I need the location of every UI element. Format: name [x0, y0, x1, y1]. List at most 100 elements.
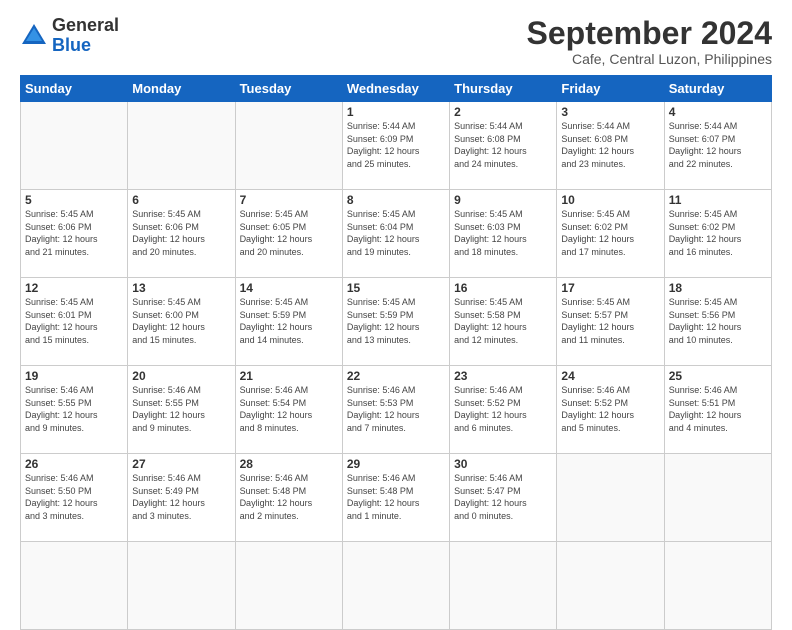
day-info: Sunrise: 5:45 AM Sunset: 6:03 PM Dayligh…: [454, 208, 552, 258]
calendar-row: 1Sunrise: 5:44 AM Sunset: 6:09 PM Daylig…: [21, 102, 772, 190]
day-info: Sunrise: 5:46 AM Sunset: 5:54 PM Dayligh…: [240, 384, 338, 434]
month-title: September 2024: [527, 16, 772, 51]
table-row: 8Sunrise: 5:45 AM Sunset: 6:04 PM Daylig…: [342, 190, 449, 278]
weekday-header-row: Sunday Monday Tuesday Wednesday Thursday…: [21, 76, 772, 102]
calendar-row: 12Sunrise: 5:45 AM Sunset: 6:01 PM Dayli…: [21, 278, 772, 366]
table-row: 28Sunrise: 5:46 AM Sunset: 5:48 PM Dayli…: [235, 454, 342, 542]
day-number: 28: [240, 457, 338, 471]
day-info: Sunrise: 5:46 AM Sunset: 5:52 PM Dayligh…: [454, 384, 552, 434]
table-row: 26Sunrise: 5:46 AM Sunset: 5:50 PM Dayli…: [21, 454, 128, 542]
header-monday: Monday: [128, 76, 235, 102]
table-row: 12Sunrise: 5:45 AM Sunset: 6:01 PM Dayli…: [21, 278, 128, 366]
calendar-row: [21, 542, 772, 630]
day-info: Sunrise: 5:45 AM Sunset: 6:02 PM Dayligh…: [561, 208, 659, 258]
day-info: Sunrise: 5:46 AM Sunset: 5:48 PM Dayligh…: [347, 472, 445, 522]
day-number: 8: [347, 193, 445, 207]
table-row: 15Sunrise: 5:45 AM Sunset: 5:59 PM Dayli…: [342, 278, 449, 366]
table-row: 23Sunrise: 5:46 AM Sunset: 5:52 PM Dayli…: [450, 366, 557, 454]
table-row: [128, 102, 235, 190]
table-row: [21, 102, 128, 190]
header-tuesday: Tuesday: [235, 76, 342, 102]
day-info: Sunrise: 5:46 AM Sunset: 5:49 PM Dayligh…: [132, 472, 230, 522]
location: Cafe, Central Luzon, Philippines: [527, 51, 772, 67]
day-number: 10: [561, 193, 659, 207]
day-number: 25: [669, 369, 767, 383]
table-row: 1Sunrise: 5:44 AM Sunset: 6:09 PM Daylig…: [342, 102, 449, 190]
day-number: 9: [454, 193, 552, 207]
day-info: Sunrise: 5:45 AM Sunset: 6:00 PM Dayligh…: [132, 296, 230, 346]
day-number: 1: [347, 105, 445, 119]
day-info: Sunrise: 5:45 AM Sunset: 6:04 PM Dayligh…: [347, 208, 445, 258]
calendar-row: 5 Sunrise: 5:45 AM Sunset: 6:06 PM Daylig…: [21, 190, 772, 278]
table-row: [235, 542, 342, 630]
table-row: 5Sunrise: 5:45 AM Sunset: 6:06 PM Daylig…: [21, 190, 128, 278]
table-row: [450, 542, 557, 630]
table-row: [21, 542, 128, 630]
table-row: 7Sunrise: 5:45 AM Sunset: 6:05 PM Daylig…: [235, 190, 342, 278]
day-info: Sunrise: 5:44 AM Sunset: 6:07 PM Dayligh…: [669, 120, 767, 170]
day-number: 16: [454, 281, 552, 295]
day-number: 3: [561, 105, 659, 119]
logo-icon: [20, 22, 48, 50]
day-info: Sunrise: 5:45 AM Sunset: 5:58 PM Dayligh…: [454, 296, 552, 346]
table-row: 25Sunrise: 5:46 AM Sunset: 5:51 PM Dayli…: [664, 366, 771, 454]
table-row: [664, 542, 771, 630]
table-row: 22Sunrise: 5:46 AM Sunset: 5:53 PM Dayli…: [342, 366, 449, 454]
table-row: 18Sunrise: 5:45 AM Sunset: 5:56 PM Dayli…: [664, 278, 771, 366]
day-number: 24: [561, 369, 659, 383]
day-info: Sunrise: 5:45 AM Sunset: 6:05 PM Dayligh…: [240, 208, 338, 258]
table-row: 4Sunrise: 5:44 AM Sunset: 6:07 PM Daylig…: [664, 102, 771, 190]
table-row: [342, 542, 449, 630]
day-number: 15: [347, 281, 445, 295]
table-row: 3Sunrise: 5:44 AM Sunset: 6:08 PM Daylig…: [557, 102, 664, 190]
day-info: Sunrise: 5:45 AM Sunset: 6:02 PM Dayligh…: [669, 208, 767, 258]
table-row: 27Sunrise: 5:46 AM Sunset: 5:49 PM Dayli…: [128, 454, 235, 542]
table-row: 16Sunrise: 5:45 AM Sunset: 5:58 PM Dayli…: [450, 278, 557, 366]
day-number: 13: [132, 281, 230, 295]
header-thursday: Thursday: [450, 76, 557, 102]
day-info: Sunrise: 5:46 AM Sunset: 5:55 PM Dayligh…: [132, 384, 230, 434]
table-row: 19Sunrise: 5:46 AM Sunset: 5:55 PM Dayli…: [21, 366, 128, 454]
day-info: Sunrise: 5:45 AM Sunset: 5:57 PM Dayligh…: [561, 296, 659, 346]
day-number: 12: [25, 281, 123, 295]
table-row: 24Sunrise: 5:46 AM Sunset: 5:52 PM Dayli…: [557, 366, 664, 454]
day-number: 6: [132, 193, 230, 207]
day-info: Sunrise: 5:45 AM Sunset: 6:06 PM Dayligh…: [132, 208, 230, 258]
calendar-table: Sunday Monday Tuesday Wednesday Thursday…: [20, 75, 772, 630]
logo: General Blue: [20, 16, 119, 56]
table-row: 17Sunrise: 5:45 AM Sunset: 5:57 PM Dayli…: [557, 278, 664, 366]
day-number: 21: [240, 369, 338, 383]
table-row: 21Sunrise: 5:46 AM Sunset: 5:54 PM Dayli…: [235, 366, 342, 454]
day-info: Sunrise: 5:46 AM Sunset: 5:55 PM Dayligh…: [25, 384, 123, 434]
day-number: 22: [347, 369, 445, 383]
day-number: 14: [240, 281, 338, 295]
table-row: 6Sunrise: 5:45 AM Sunset: 6:06 PM Daylig…: [128, 190, 235, 278]
table-row: 30Sunrise: 5:46 AM Sunset: 5:47 PM Dayli…: [450, 454, 557, 542]
day-info: Sunrise: 5:46 AM Sunset: 5:50 PM Dayligh…: [25, 472, 123, 522]
header-saturday: Saturday: [664, 76, 771, 102]
table-row: [664, 454, 771, 542]
day-info: Sunrise: 5:45 AM Sunset: 5:59 PM Dayligh…: [347, 296, 445, 346]
day-number: 19: [25, 369, 123, 383]
calendar-row: 26Sunrise: 5:46 AM Sunset: 5:50 PM Dayli…: [21, 454, 772, 542]
page: General Blue September 2024 Cafe, Centra…: [0, 0, 792, 612]
day-info: Sunrise: 5:46 AM Sunset: 5:47 PM Dayligh…: [454, 472, 552, 522]
day-info: Sunrise: 5:44 AM Sunset: 6:08 PM Dayligh…: [454, 120, 552, 170]
day-number: 27: [132, 457, 230, 471]
day-number: 20: [132, 369, 230, 383]
day-info: Sunrise: 5:46 AM Sunset: 5:51 PM Dayligh…: [669, 384, 767, 434]
header-friday: Friday: [557, 76, 664, 102]
table-row: [557, 454, 664, 542]
header-wednesday: Wednesday: [342, 76, 449, 102]
day-info: Sunrise: 5:45 AM Sunset: 5:59 PM Dayligh…: [240, 296, 338, 346]
table-row: [235, 102, 342, 190]
header: General Blue September 2024 Cafe, Centra…: [20, 16, 772, 67]
day-info: Sunrise: 5:44 AM Sunset: 6:08 PM Dayligh…: [561, 120, 659, 170]
table-row: 29Sunrise: 5:46 AM Sunset: 5:48 PM Dayli…: [342, 454, 449, 542]
calendar-row: 19Sunrise: 5:46 AM Sunset: 5:55 PM Dayli…: [21, 366, 772, 454]
table-row: 2Sunrise: 5:44 AM Sunset: 6:08 PM Daylig…: [450, 102, 557, 190]
day-number: 4: [669, 105, 767, 119]
day-number: 5: [25, 193, 123, 207]
day-number: 23: [454, 369, 552, 383]
title-block: September 2024 Cafe, Central Luzon, Phil…: [527, 16, 772, 67]
